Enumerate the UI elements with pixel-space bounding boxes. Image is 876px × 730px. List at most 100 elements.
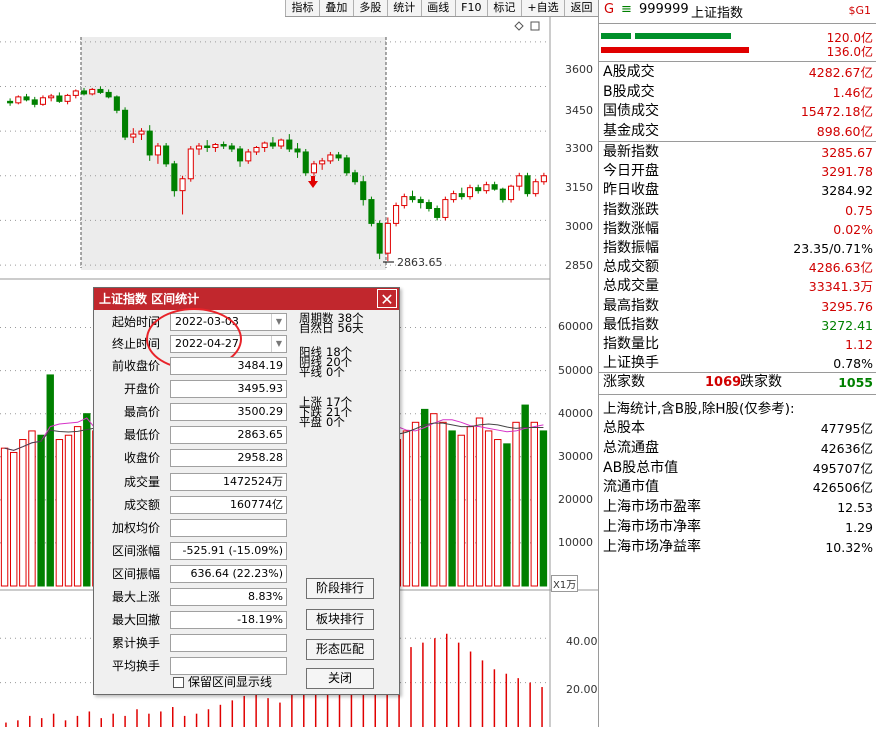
menu-icon[interactable]: ≡ (621, 2, 632, 17)
close-icon[interactable]: ✕ (377, 289, 397, 309)
candle-body (236, 148, 244, 162)
candle-body (351, 172, 359, 183)
quote-row-label: 总成交额 (603, 259, 659, 276)
candle-body (154, 145, 161, 156)
field-value[interactable]: 2863.65 (170, 426, 287, 445)
quote-row: 总成交量 33341.3万 (599, 277, 876, 296)
period-stat: 自然日 56天 (299, 321, 364, 335)
field-value[interactable]: 160774亿 (170, 495, 287, 514)
volume-bar (439, 421, 447, 587)
diamond-icon[interactable] (514, 21, 524, 31)
quote-row-value: 3291.78 (821, 164, 873, 180)
chart-toolbar: 指标 叠加 多股 统计 画线 F10 标记 +自选 返回 (285, 0, 598, 17)
chevron-down-icon[interactable]: ▼ (271, 314, 286, 330)
field-value[interactable]: 3495.93 (170, 380, 287, 399)
candle-body (261, 142, 268, 148)
quote-row-label: 最新指数 (603, 144, 659, 160)
volume-bar (421, 408, 429, 587)
field-value[interactable]: -18.19% (170, 611, 287, 630)
quote-row: 上证换手 0.78% (599, 354, 876, 373)
up-count-label: 涨家数 (603, 374, 645, 390)
candle-body (425, 202, 432, 210)
stat-row: 总股本 47795亿 (599, 419, 876, 438)
volume-tick: 10000 (558, 536, 593, 549)
volume-bar (430, 413, 438, 587)
interval-selection-area[interactable] (81, 37, 386, 270)
quote-row-value: 3284.92 (821, 183, 873, 199)
turnover-row: 基金成交 898.60亿 (599, 122, 876, 141)
field-label: 平均换手 (111, 659, 160, 674)
multi-stock-button[interactable]: 多股 (352, 0, 387, 16)
candle-body (220, 144, 227, 147)
stat-row: 上海市场市净率 1.29 (599, 518, 876, 537)
candle-body (113, 96, 120, 111)
stat-row-value: 426506亿 (812, 480, 873, 496)
candle-body (253, 146, 260, 153)
field-value[interactable]: 1472524万 (170, 472, 287, 491)
down-count: 1055 (838, 375, 873, 390)
candle-body (327, 154, 334, 162)
field-value[interactable] (170, 634, 287, 653)
window-icon[interactable] (530, 21, 540, 31)
stat-row-label: 总股本 (603, 420, 645, 436)
candle-body (376, 222, 383, 254)
indicator-tick: 40.00 (566, 635, 598, 648)
field-label: 最大回撤 (111, 613, 160, 628)
field-value[interactable]: 3500.29 (170, 403, 287, 422)
stat-row-label: 流通市值 (603, 479, 659, 496)
f10-button[interactable]: F10 (454, 0, 487, 16)
draw-line-button[interactable]: 画线 (420, 0, 455, 16)
quote-row-label: 指数振幅 (603, 240, 659, 256)
statistics-button[interactable]: 统计 (386, 0, 421, 16)
stat-row: 上海市场净益率 10.32% (599, 538, 876, 557)
stage-rank-button[interactable]: 阶段排行 (306, 578, 374, 599)
sector-rank-button[interactable]: 板块排行 (306, 609, 374, 630)
price-tick: 3600 (565, 63, 593, 76)
stat-row-label: 上海市场市净率 (603, 519, 701, 535)
quote-row-label: 昨日收盘 (603, 182, 659, 199)
field-label: 区间振幅 (111, 566, 160, 581)
buy-bar-2 (635, 33, 731, 39)
indicator-button[interactable]: 指标 (285, 0, 319, 16)
candle-body (89, 88, 96, 95)
candle-body (310, 163, 318, 174)
buy-bar-1 (601, 33, 631, 39)
candle-body (97, 88, 104, 93)
candle-body (228, 145, 235, 150)
quote-row-value: 0.78% (833, 356, 873, 372)
field-value[interactable]: 636.64 (22.23%) (170, 564, 287, 583)
field-value[interactable]: 8.83% (170, 588, 287, 606)
back-button[interactable]: 返回 (564, 0, 598, 16)
field-label: 最低价 (123, 428, 160, 443)
quote-row-value: 23.35/0.71% (793, 241, 873, 256)
stat-row-label: 上海市场市盈率 (603, 499, 701, 516)
period-stat-value: 56天 (337, 321, 364, 335)
keep-interval-checkbox[interactable] (173, 677, 184, 688)
quote-row: 最高指数 3295.76 (599, 297, 876, 316)
field-value[interactable]: -525.91 (-15.09%) (170, 541, 287, 560)
pattern-match-button[interactable]: 形态匹配 (306, 639, 374, 660)
close-button[interactable]: 关闭 (306, 668, 374, 689)
period-stat-value: 0个 (326, 415, 345, 429)
chevron-down-icon[interactable]: ▼ (271, 336, 286, 352)
candle-body (195, 145, 203, 150)
dialog-title-bar[interactable]: 上证指数 区间统计 ✕ (94, 288, 399, 310)
price-tick: 3150 (565, 181, 593, 194)
add-watchlist-button[interactable]: +自选 (520, 0, 564, 16)
overlay-button[interactable]: 叠加 (318, 0, 353, 16)
candle-body (360, 181, 367, 201)
turnover-row-label: 基金成交 (603, 122, 659, 139)
stat-row: 总流通盘 42636亿 (599, 439, 876, 458)
turnover-row-value: 898.60亿 (816, 123, 873, 139)
stat-row-value: 10.32% (825, 539, 873, 555)
candle-body (64, 94, 71, 102)
field-value[interactable] (170, 657, 287, 676)
field-value[interactable]: 2958.28 (170, 449, 287, 468)
volume-bar (64, 434, 73, 587)
field-value[interactable]: 3484.19 (170, 357, 287, 375)
field-value[interactable] (170, 518, 287, 537)
candle-body (15, 96, 22, 104)
mark-button[interactable]: 标记 (486, 0, 521, 16)
candle-body (483, 184, 490, 192)
field-label: 区间涨幅 (111, 543, 160, 558)
